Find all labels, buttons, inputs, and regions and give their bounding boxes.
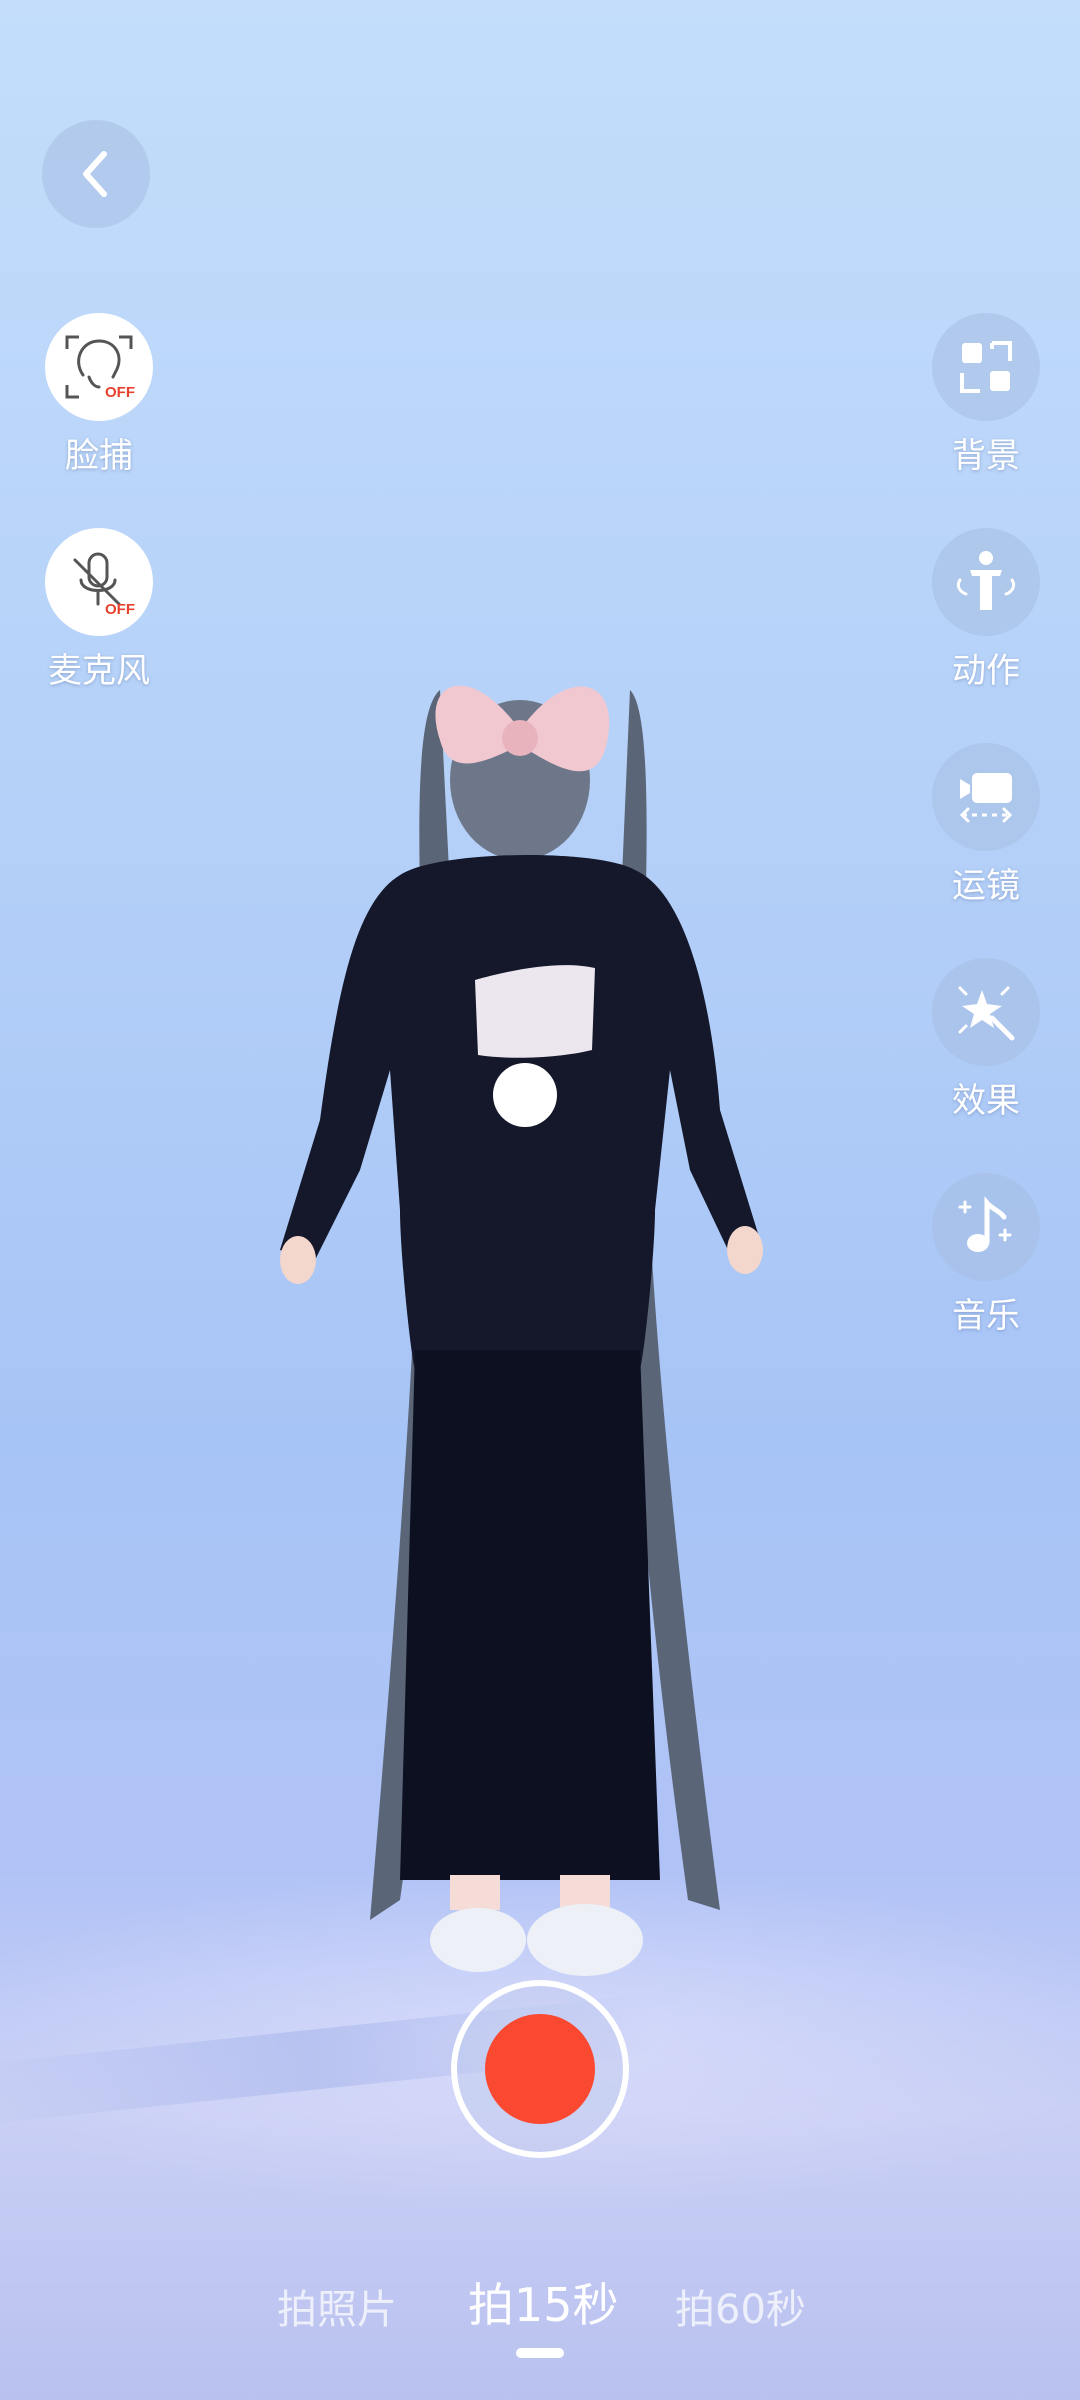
camera-movement-button[interactable] — [932, 743, 1040, 851]
microphone-off-icon: OFF — [73, 552, 135, 618]
back-button[interactable] — [42, 120, 150, 228]
chevron-left-icon — [83, 151, 107, 197]
background-button[interactable] — [932, 313, 1040, 421]
record-button[interactable] — [451, 1980, 629, 2158]
avatar-character — [280, 685, 763, 1976]
svg-text:OFF: OFF — [105, 384, 135, 401]
mode-tab-15s[interactable]: 拍15秒 — [468, 2280, 619, 2330]
motion-button[interactable] — [932, 528, 1040, 636]
face-capture-label: 脸捕 — [65, 436, 133, 476]
background-label: 背景 — [952, 436, 1020, 476]
motion-label: 动作 — [952, 651, 1020, 691]
face-capture-off-icon: OFF — [65, 335, 135, 401]
background-grid-icon — [960, 341, 1012, 393]
active-mode-indicator — [516, 2348, 564, 2358]
microphone-button[interactable]: OFF — [45, 528, 153, 636]
camera-movement-label: 运镜 — [952, 866, 1020, 906]
face-capture-button[interactable]: OFF — [45, 313, 153, 421]
motion-figure-icon — [956, 551, 1016, 610]
mode-tab-60s[interactable]: 拍60秒 — [675, 2285, 806, 2335]
svg-text:OFF: OFF — [105, 601, 135, 618]
mode-tab-photo[interactable]: 拍照片 — [277, 2285, 397, 2335]
sparkle-wand-icon — [958, 986, 1015, 1041]
effects-label: 效果 — [952, 1081, 1020, 1121]
effects-button[interactable] — [932, 958, 1040, 1066]
music-button[interactable] — [932, 1173, 1040, 1281]
music-note-icon — [958, 1196, 1012, 1252]
camera-movement-icon — [959, 773, 1013, 823]
microphone-label: 麦克风 — [48, 651, 150, 691]
music-label: 音乐 — [952, 1296, 1020, 1336]
record-dot — [485, 2014, 595, 2124]
